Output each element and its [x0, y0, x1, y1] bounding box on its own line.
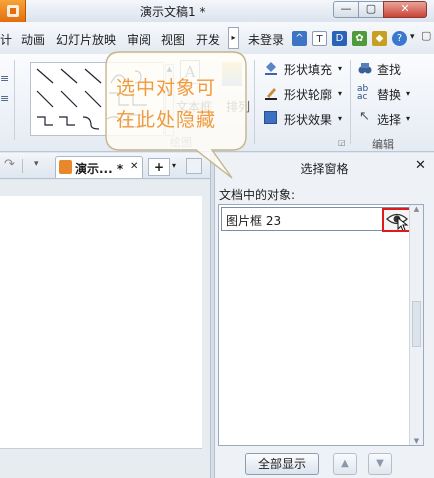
tab-separator: [22, 159, 23, 173]
scroll-thumb[interactable]: [412, 301, 421, 347]
visibility-toggle-button[interactable]: [382, 208, 412, 232]
find-button[interactable]: 查找: [377, 61, 401, 78]
help-dropdown-icon[interactable]: ▾: [410, 32, 415, 42]
arrange-label[interactable]: 排列: [226, 98, 250, 115]
select-cursor-icon[interactable]: ↖: [359, 109, 370, 124]
callout-text-line1: 选中对象可: [116, 77, 217, 99]
menu-review[interactable]: 审阅: [127, 31, 151, 48]
slide-editing-area: [0, 180, 210, 478]
undo-icon[interactable]: ↷: [4, 157, 15, 172]
app-logo-icon: [7, 5, 19, 17]
outline-pen-icon[interactable]: [264, 86, 278, 100]
outline-dropdown-icon[interactable]: ▾: [338, 89, 342, 98]
move-up-button[interactable]: ▲: [333, 453, 357, 475]
replace-icon[interactable]: ab ac: [357, 85, 368, 102]
shape-fill-button[interactable]: 形状填充: [284, 61, 332, 78]
title-bar: 演示文稿1 * — ▢ ✕: [0, 0, 434, 22]
ribbon-separator: [14, 60, 15, 140]
effect-icon[interactable]: [264, 111, 277, 124]
maximize-button[interactable]: ▢: [358, 1, 384, 18]
menu-developer[interactable]: 开发: [196, 31, 220, 48]
select-button[interactable]: 选择: [377, 111, 401, 128]
shape-outline-button[interactable]: 形状轮廓: [284, 86, 332, 103]
scroll-down-icon[interactable]: ▼: [410, 437, 423, 445]
document-icon[interactable]: D: [332, 31, 347, 46]
ribbon-left-edge-icon-2: ≡: [0, 92, 10, 105]
collapse-ribbon-icon[interactable]: ^: [292, 31, 307, 46]
ribbon: ≡ ≡ ▲ ▼ A 文本框 排列 绘图 形状填充 ▾ 形状轮廓 ▾ 形状效果 ▾ …: [0, 54, 434, 152]
login-link[interactable]: 未登录: [248, 31, 284, 48]
slide-canvas[interactable]: [0, 196, 202, 449]
presentation-file-icon: [59, 160, 72, 174]
menu-bar: 计 动画 幻灯片放映 审阅 视图 开发 ▸ 未登录 ^ T D ✿ ◆ ? ▾ …: [0, 22, 434, 54]
list-item[interactable]: 图片框 23: [221, 207, 412, 232]
object-list[interactable]: 图片框 23 ▲ ▼: [218, 204, 424, 446]
show-all-button[interactable]: 全部显示: [245, 453, 319, 475]
menu-slideshow[interactable]: 幻灯片放映: [56, 31, 116, 48]
skin-icon[interactable]: T: [312, 31, 327, 46]
select-dropdown-icon[interactable]: ▾: [406, 114, 410, 123]
tab-list-dropdown-icon[interactable]: ▾: [34, 159, 39, 169]
window-title: 演示文稿1 *: [140, 5, 206, 19]
object-name: 图片框 23: [226, 214, 282, 228]
replace-button[interactable]: 替换: [377, 86, 401, 103]
callout-text-line2: 在此处隐藏: [116, 109, 217, 131]
fill-dropdown-icon[interactable]: ▾: [338, 64, 342, 73]
menu-more-button[interactable]: ▸: [228, 27, 239, 49]
tab-close-icon[interactable]: ✕: [130, 161, 138, 172]
gift-icon[interactable]: ◆: [372, 31, 387, 46]
edit-group-label: 编辑: [372, 138, 394, 151]
menu-animation[interactable]: 动画: [21, 31, 45, 48]
options-icon[interactable]: ▢: [421, 29, 431, 42]
scroll-up-icon[interactable]: ▲: [410, 205, 423, 213]
tab-presentation[interactable]: 演示... * ✕: [55, 156, 143, 178]
arrange-icon[interactable]: [222, 62, 242, 86]
selection-pane-title: 选择窗格: [300, 162, 349, 176]
selection-pane-close-icon[interactable]: ✕: [415, 158, 426, 173]
eye-icon: [386, 213, 409, 232]
minimize-button[interactable]: —: [333, 1, 359, 18]
objects-on-page-label: 文档中的对象:: [219, 188, 296, 202]
view-toggle-icon[interactable]: [186, 158, 202, 174]
ribbon-separator-3: [350, 60, 351, 144]
new-tab-button[interactable]: +: [148, 158, 170, 176]
app-menu-button[interactable]: [0, 0, 26, 22]
document-tab-bar: ↷ ▾ 演示... * ✕ + ▾: [0, 153, 210, 179]
effect-dropdown-icon[interactable]: ▾: [338, 114, 342, 123]
fill-bucket-icon[interactable]: [264, 61, 278, 75]
ribbon-separator-2: [254, 60, 255, 144]
shape-effect-button[interactable]: 形状效果: [284, 111, 332, 128]
move-down-button[interactable]: ▼: [368, 453, 392, 475]
replace-dropdown-icon[interactable]: ▾: [406, 89, 410, 98]
ribbon-left-edge-icon: ≡: [0, 72, 10, 85]
draw-group-label: 绘图: [170, 136, 192, 149]
find-binoculars-icon[interactable]: [358, 61, 372, 75]
community-icon[interactable]: ✿: [352, 31, 367, 46]
menu-design[interactable]: 计: [0, 31, 12, 48]
help-icon[interactable]: ?: [392, 31, 407, 46]
new-tab-dropdown-icon[interactable]: ▾: [172, 161, 176, 170]
dialog-launcher-icon[interactable]: ◲: [338, 138, 346, 147]
close-window-button[interactable]: ✕: [383, 1, 427, 18]
menu-view[interactable]: 视图: [161, 31, 185, 48]
list-scrollbar[interactable]: ▲ ▼: [409, 205, 423, 445]
tab-label: 演示... *: [75, 162, 124, 176]
